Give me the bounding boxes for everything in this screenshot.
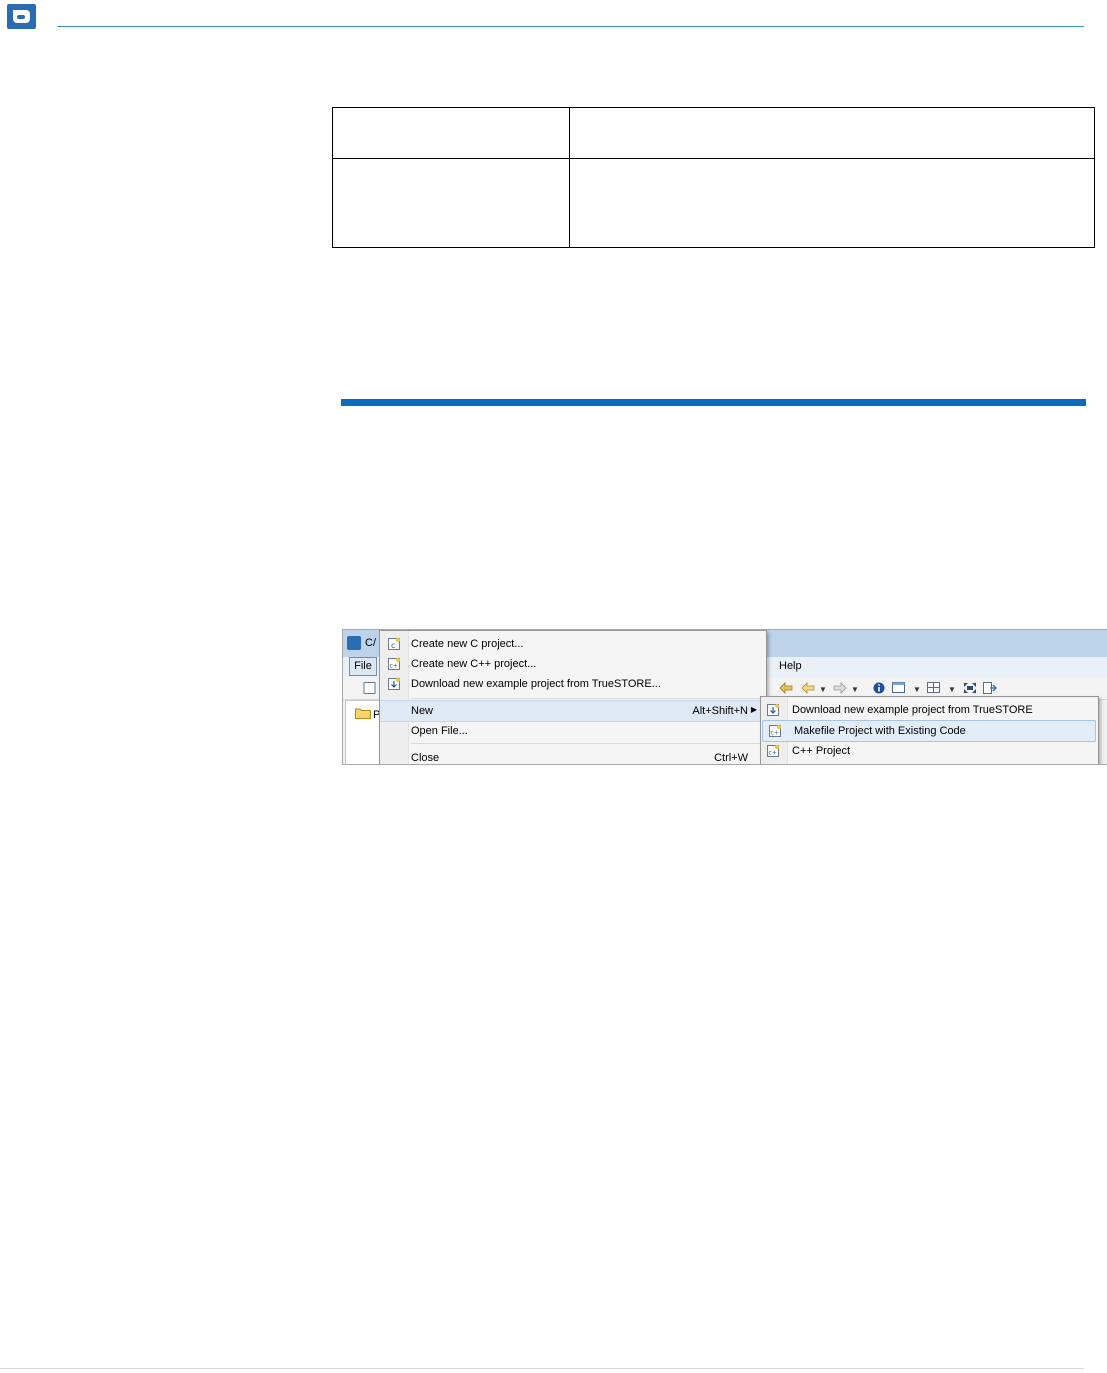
folder-icon <box>355 708 371 719</box>
menu-item-label: Makefile Project with Existing Code <box>794 725 966 737</box>
menu-item-shortcut: Ctrl+W <box>714 752 748 764</box>
logo <box>7 4 36 29</box>
menu-item-download-example[interactable]: Download new example project from TrueST… <box>380 674 766 694</box>
dropdown-arrow-icon[interactable]: ▼ <box>948 685 956 694</box>
header-rule <box>57 26 1084 27</box>
menu-separator <box>411 743 763 744</box>
info-icon[interactable] <box>873 682 887 694</box>
file-menu-dropdown: c Create new C project... c+ Create new … <box>379 630 767 764</box>
menu-item-close[interactable]: Close Ctrl+W <box>380 748 766 764</box>
menu-item-open-file[interactable]: Open File... <box>380 721 766 741</box>
table-cell <box>569 158 1095 248</box>
menu-item-label: Create new C++ project... <box>411 658 537 670</box>
back-icon[interactable] <box>779 682 793 694</box>
menu-item-create-cpp[interactable]: c+ Create new C++ project... <box>380 654 766 674</box>
dropdown-arrow-icon[interactable]: ▼ <box>913 685 921 694</box>
svg-text:c+: c+ <box>769 750 777 757</box>
menu-item-label: Open File... <box>411 725 468 737</box>
footer-rule <box>0 1368 1084 1369</box>
download-icon <box>767 704 779 716</box>
cpp-project-icon: c+ <box>767 745 779 757</box>
dropdown-arrow-icon[interactable]: ▼ <box>819 685 827 694</box>
menu-item-shortcut: Alt+Shift+N <box>692 705 748 717</box>
svg-text:c+: c+ <box>771 730 779 737</box>
download-icon <box>388 678 400 690</box>
app-icon <box>347 636 361 650</box>
exit-icon[interactable] <box>983 682 997 694</box>
submenu-item-makefile-project[interactable]: c+ Makefile Project with Existing Code <box>762 720 1096 742</box>
menu-file[interactable]: File <box>349 657 377 676</box>
menu-item-label: Create new C project... <box>411 638 524 650</box>
new-submenu: Download new example project from TrueST… <box>760 696 1099 764</box>
submenu-item-download-example[interactable]: Download new example project from TrueST… <box>761 700 1098 720</box>
table-row <box>332 158 1095 248</box>
makefile-project-icon: c+ <box>769 725 781 737</box>
table-cell <box>569 107 1095 159</box>
svg-text:c: c <box>391 641 395 650</box>
menu-item-label: Download new example project from TrueST… <box>411 678 661 690</box>
table-cell <box>332 158 570 248</box>
submenu-item-cpp-project[interactable]: c+ C++ Project <box>761 741 1098 761</box>
menu-item-new[interactable]: New Alt+Shift+N ▶ <box>380 700 766 722</box>
menu-item-create-c[interactable]: c Create new C project... <box>380 634 766 654</box>
cpp-project-icon: c+ <box>388 658 400 670</box>
window-icon[interactable] <box>892 682 906 694</box>
menu-item-label: C++ Project <box>792 745 851 757</box>
svg-text:c+: c+ <box>390 663 398 670</box>
submenu-arrow-icon: ▶ <box>750 705 757 714</box>
menu-help[interactable]: Help <box>779 660 802 672</box>
table-row <box>332 107 1095 159</box>
section-divider <box>341 399 1086 406</box>
ide-screenshot: C/ File Help ▼ ▼ ▼ ▼ P c Create new C pr… <box>342 629 1107 765</box>
menu-item-label: Download new example project from TrueST… <box>792 704 1033 716</box>
forward-icon[interactable] <box>833 682 847 694</box>
dropdown-arrow-icon[interactable]: ▼ <box>851 685 859 694</box>
info-table <box>332 107 1095 248</box>
window-title: C/ <box>365 637 376 649</box>
menu-item-label: Close <box>411 752 440 764</box>
table-cell <box>332 107 570 159</box>
menu-separator <box>411 698 763 699</box>
logo-a-icon <box>13 10 30 23</box>
back-alt-icon[interactable] <box>801 682 815 694</box>
new-c-project-tool-icon[interactable] <box>363 682 377 694</box>
c-project-icon: c <box>388 638 400 650</box>
layout-icon[interactable] <box>927 682 941 694</box>
menu-item-label: New <box>411 705 434 717</box>
maximize-icon[interactable] <box>963 682 977 694</box>
